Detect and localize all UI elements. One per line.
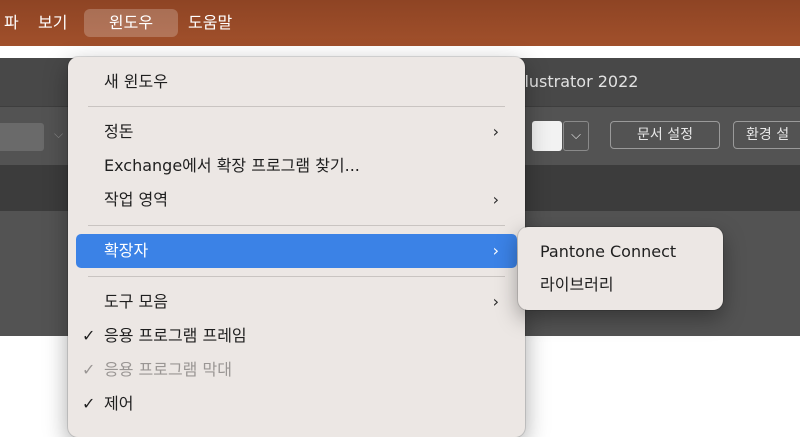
menu-bar: 파 보기 윈도우 도움말 [0, 0, 800, 46]
menu-item-label: 정돈 [104, 122, 134, 141]
chevron-down-icon: ⌵ [571, 128, 581, 143]
menu-item-label: 작업 영역 [104, 190, 168, 209]
submenu-item-label: 라이브러리 [540, 275, 614, 294]
menu-item-find-extensions[interactable]: Exchange에서 확장 프로그램 찾기... [76, 149, 517, 183]
menu-item-label: 도구 모음 [104, 292, 168, 311]
menu-item-label: Exchange에서 확장 프로그램 찾기... [104, 156, 360, 175]
menu-item-arrange[interactable]: 정돈 › [76, 115, 517, 149]
fill-swatch[interactable] [0, 123, 44, 151]
menubar-item-view[interactable]: 보기 [28, 9, 77, 37]
menubar-item-partial[interactable]: 파 [0, 9, 29, 37]
chevron-right-icon: › [492, 122, 499, 141]
checkmark-icon: ✓ [82, 326, 96, 345]
submenu-item-libraries[interactable]: 라이브러리 [526, 269, 715, 301]
chevron-down-icon[interactable]: ⌵ [54, 127, 63, 142]
app-title: llustrator 2022 [520, 72, 639, 91]
menu-item-workspace[interactable]: 작업 영역 › [76, 183, 517, 217]
menu-separator [88, 276, 505, 277]
menu-item-application-frame[interactable]: ✓ 응용 프로그램 프레임 [76, 319, 517, 353]
menu-item-toolbars[interactable]: 도구 모음 › [76, 285, 517, 319]
color-swatch[interactable] [532, 121, 562, 151]
document-setup-button[interactable]: 문서 설정 [610, 121, 720, 149]
preferences-button[interactable]: 환경 설 [733, 121, 800, 149]
menu-separator [88, 225, 505, 226]
chevron-right-icon: › [492, 241, 499, 260]
menu-separator [88, 106, 505, 107]
checkmark-icon: ✓ [82, 394, 96, 413]
menu-item-label: 응용 프로그램 막대 [104, 360, 232, 379]
chevron-right-icon: › [492, 292, 499, 311]
menu-item-extensions[interactable]: 확장자 › [76, 234, 517, 268]
color-dropdown-button[interactable]: ⌵ [563, 121, 589, 151]
menu-item-control[interactable]: ✓ 제어 [76, 387, 517, 421]
extensions-submenu: Pantone Connect 라이브러리 [518, 227, 723, 310]
menu-item-label: 확장자 [104, 241, 149, 260]
menubar-item-window[interactable]: 윈도우 [84, 9, 178, 37]
checkmark-icon: ✓ [82, 360, 96, 379]
menu-item-label: 응용 프로그램 프레임 [104, 326, 247, 345]
menu-item-new-window[interactable]: 새 윈도우 [76, 65, 517, 99]
menu-item-application-bar: ✓ 응용 프로그램 막대 [76, 353, 517, 387]
menubar-item-help[interactable]: 도움말 [178, 9, 242, 37]
submenu-item-pantone-connect[interactable]: Pantone Connect [526, 236, 715, 268]
menu-item-label: 새 윈도우 [104, 72, 168, 91]
submenu-item-label: Pantone Connect [540, 242, 677, 261]
window-menu: 새 윈도우 정돈 › Exchange에서 확장 프로그램 찾기... 작업 영… [68, 57, 525, 437]
chevron-right-icon: › [492, 190, 499, 209]
menu-item-label: 제어 [104, 394, 134, 413]
